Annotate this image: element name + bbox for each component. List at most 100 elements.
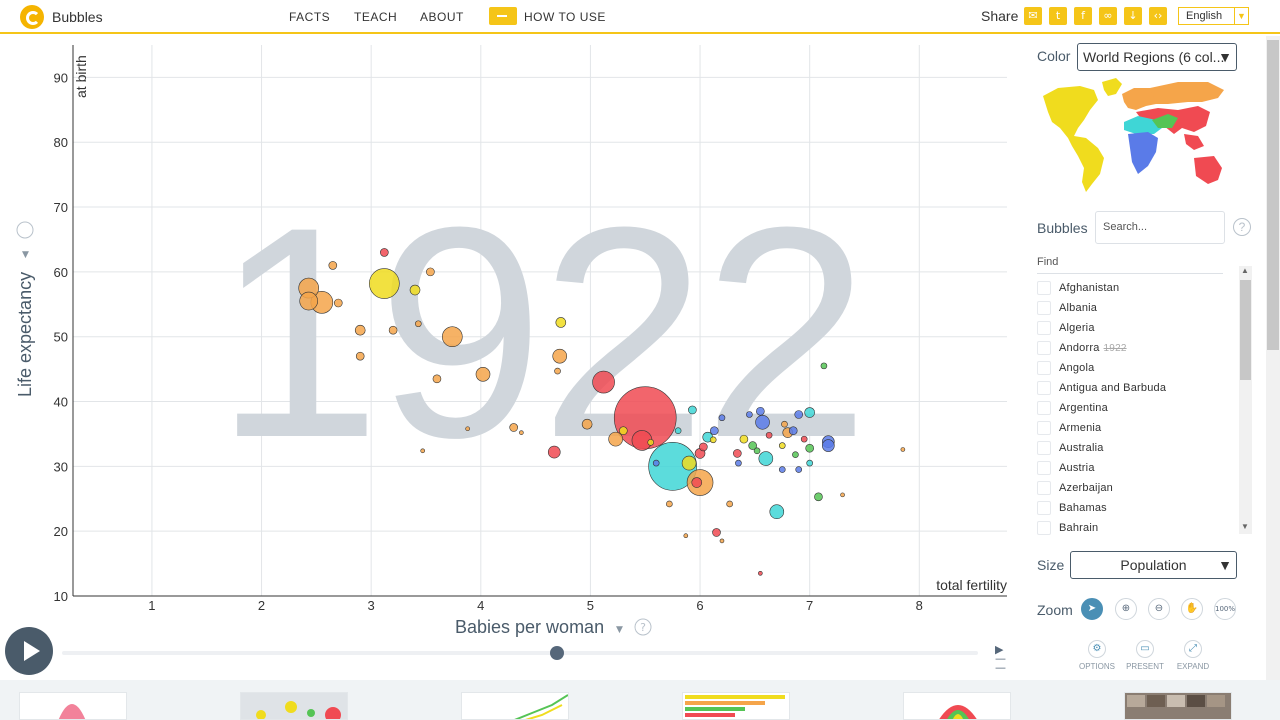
country-list-item[interactable]: Armenia [1037, 419, 1237, 439]
country-bubble[interactable] [355, 351, 365, 361]
country-bubble[interactable] [420, 448, 426, 454]
tool-thumb-maps[interactable] [240, 692, 348, 720]
country-list-item[interactable]: Bahrain [1037, 519, 1237, 539]
country-bubble[interactable] [778, 466, 786, 473]
country-checkbox[interactable] [1037, 521, 1051, 535]
country-bubble[interactable] [555, 317, 567, 328]
country-bubble[interactable] [666, 500, 673, 508]
gapminder-logo[interactable] [20, 5, 44, 29]
cursor-icon[interactable]: ➤ [1081, 598, 1103, 620]
how-to-use-link[interactable]: HOW TO USE [524, 10, 606, 24]
country-checkbox[interactable] [1037, 381, 1051, 395]
country-bubble[interactable] [814, 492, 823, 502]
country-checkbox[interactable] [1037, 341, 1051, 355]
country-bubble[interactable] [369, 268, 400, 299]
country-bubble[interactable] [746, 411, 753, 418]
country-bubble[interactable] [792, 451, 799, 458]
country-bubble[interactable] [840, 492, 845, 498]
country-bubble[interactable] [756, 406, 765, 416]
country-bubble[interactable] [681, 455, 697, 471]
country-bubble[interactable] [608, 431, 623, 447]
country-checkbox[interactable] [1037, 321, 1051, 335]
country-list-item[interactable]: Australia [1037, 439, 1237, 459]
country-bubble[interactable] [822, 439, 835, 452]
world-regions-map[interactable] [1038, 76, 1228, 192]
nav-about[interactable]: ABOUT [420, 10, 464, 24]
country-list-item[interactable]: Algeria [1037, 319, 1237, 339]
country-bubble[interactable] [328, 261, 338, 270]
country-bubble[interactable] [795, 466, 803, 473]
country-bubble[interactable] [442, 326, 463, 348]
timeline-slider[interactable] [62, 651, 978, 655]
color-select[interactable]: World Regions (6 col... ▼ [1077, 43, 1237, 71]
country-bubble[interactable] [718, 414, 726, 422]
country-bubble[interactable] [432, 374, 442, 384]
country-bubble[interactable] [805, 443, 814, 453]
options-button[interactable]: ⚙ OPTIONS [1075, 640, 1119, 671]
country-list-item[interactable]: Austria [1037, 459, 1237, 479]
country-checkbox[interactable] [1037, 461, 1051, 475]
zoom-in-icon[interactable]: ⊕ [1115, 598, 1137, 620]
country-bubble[interactable] [735, 459, 742, 467]
speed-menu-icon[interactable]: ▶ — — [995, 644, 1006, 673]
bubble-chart[interactable]: 1922 1 2 3 4 5 6 7 8 10 20 30 40 50 60 70 80 90 at birth… [0, 36, 1024, 676]
tool-thumb-dollar-street[interactable] [1124, 692, 1232, 720]
tool-thumb-ranks[interactable] [682, 692, 790, 720]
country-bubble[interactable] [699, 442, 708, 452]
page-scrollbar-thumb[interactable] [1267, 40, 1279, 350]
country-bubble[interactable] [415, 320, 422, 328]
scroll-down-icon[interactable]: ▼ [1241, 522, 1249, 531]
country-bubble[interactable] [753, 447, 761, 455]
country-bubble[interactable] [739, 434, 749, 444]
country-checkbox[interactable] [1037, 441, 1051, 455]
country-bubble[interactable] [758, 451, 774, 466]
embed-icon[interactable]: ‹› [1149, 7, 1167, 25]
country-bubble[interactable] [820, 362, 828, 370]
country-bubble[interactable] [726, 500, 733, 508]
country-bubble[interactable] [806, 459, 813, 467]
country-bubble[interactable] [647, 439, 655, 446]
country-list-item[interactable]: Antigua and Barbuda [1037, 379, 1237, 399]
country-bubble[interactable] [781, 420, 788, 428]
country-list-item[interactable]: Angola [1037, 359, 1237, 379]
country-bubble[interactable] [619, 426, 628, 436]
twitter-icon[interactable]: t [1049, 7, 1067, 25]
country-checkbox[interactable] [1037, 481, 1051, 495]
country-bubble[interactable] [354, 324, 366, 336]
country-bubble[interactable] [794, 410, 804, 419]
country-bubble[interactable] [426, 267, 435, 277]
country-bubble[interactable] [592, 370, 615, 394]
country-bubble[interactable] [688, 405, 697, 415]
size-select[interactable]: Population ▼ [1070, 551, 1237, 579]
tool-thumb-mountains[interactable] [19, 692, 127, 720]
country-list-scrollbar-thumb[interactable] [1240, 280, 1251, 380]
country-bubble[interactable] [409, 284, 421, 296]
country-list-item[interactable]: Azerbaijan [1037, 479, 1237, 499]
pan-hand-icon[interactable]: ✋ [1181, 598, 1203, 620]
country-bubble[interactable] [299, 291, 318, 311]
country-checkbox[interactable] [1037, 361, 1051, 375]
country-checkbox[interactable] [1037, 281, 1051, 295]
country-bubble[interactable] [804, 407, 815, 418]
language-select[interactable]: English ▼ [1178, 7, 1249, 25]
country-bubble[interactable] [581, 418, 593, 430]
country-bubble[interactable] [552, 348, 568, 364]
country-bubble[interactable] [758, 571, 763, 576]
country-list-item[interactable]: Argentina [1037, 399, 1237, 419]
country-bubble[interactable] [709, 436, 717, 444]
app-title[interactable]: Bubbles [52, 9, 103, 25]
country-bubble[interactable] [755, 414, 770, 430]
video-icon[interactable] [489, 7, 517, 25]
facebook-icon[interactable]: f [1074, 7, 1092, 25]
country-bubble[interactable] [712, 528, 721, 537]
country-bubble[interactable] [788, 426, 798, 436]
zoom-out-icon[interactable]: ⊖ [1148, 598, 1170, 620]
country-bubble[interactable] [710, 426, 719, 436]
country-bubble[interactable] [509, 423, 518, 432]
expand-button[interactable]: ⤢ EXPAND [1171, 640, 1215, 671]
tool-thumb-income[interactable] [903, 692, 1011, 720]
country-bubble[interactable] [900, 447, 906, 452]
zoom-reset-button[interactable]: 100% [1214, 598, 1236, 620]
country-bubble[interactable] [778, 442, 786, 449]
search-input[interactable]: Search... [1095, 211, 1225, 244]
